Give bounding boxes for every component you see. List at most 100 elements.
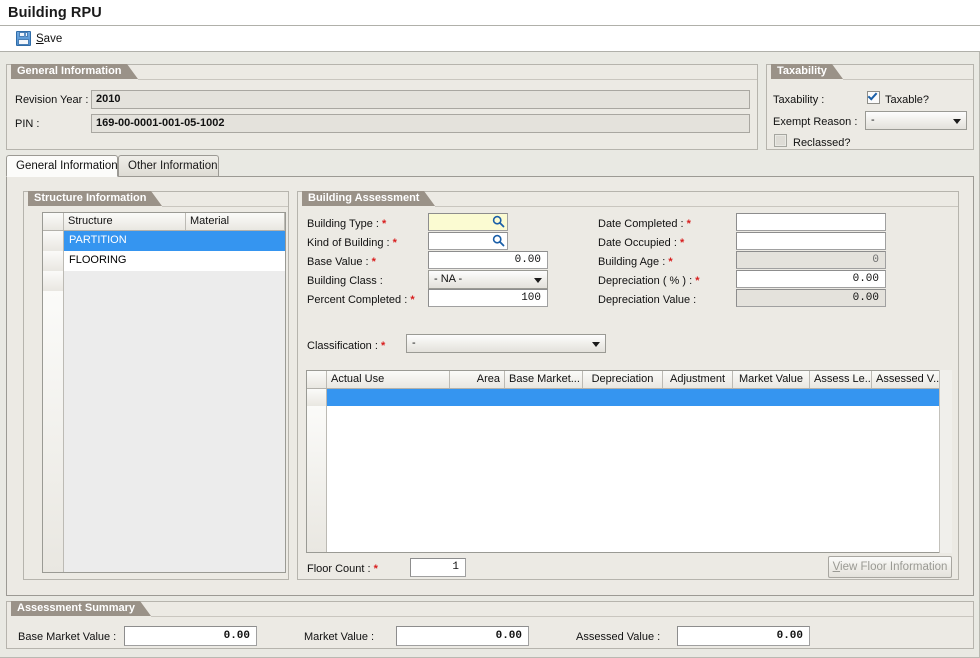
building-rpu-window: Building RPU Save General Information Re… — [0, 0, 980, 658]
classification-value: - — [412, 337, 416, 349]
building-assessment-caption: Building Assessment — [302, 191, 436, 206]
chevron-down-icon — [592, 342, 600, 347]
structure-grid-rowheader-strip — [43, 291, 64, 572]
page-title: Building RPU — [8, 4, 102, 21]
cell-structure: PARTITION — [69, 234, 127, 246]
tab-general-information-label: General Information — [16, 160, 118, 172]
save-button-label: Save — [36, 32, 63, 45]
depreciation-percent-input[interactable]: 0.00 — [736, 270, 886, 288]
column-depreciation[interactable]: Depreciation — [583, 371, 663, 388]
assessment-grid-rowheader-corner — [307, 371, 327, 388]
column-adjustment[interactable]: Adjustment — [663, 371, 733, 388]
column-base-market-value[interactable]: Base Market... — [505, 371, 583, 388]
kind-of-building-label: Kind of Building : * — [307, 237, 397, 249]
building-type-input[interactable] — [428, 213, 508, 231]
table-row[interactable]: PARTITION — [43, 231, 285, 251]
percent-completed-input[interactable]: 100 — [428, 289, 548, 307]
panel-caption-rail — [162, 206, 288, 207]
window-titlebar: Building RPU — [0, 0, 980, 26]
cell-structure: FLOORING — [69, 254, 127, 266]
column-assessed-value[interactable]: Assessed V... — [872, 371, 946, 388]
pin-value: 169-00-0001-001-05-1002 — [91, 114, 750, 133]
structure-information-caption: Structure Information — [28, 191, 163, 206]
kind-of-building-input[interactable] — [428, 232, 508, 250]
classification-select[interactable]: - — [406, 334, 606, 353]
table-row[interactable]: FLOORING — [43, 251, 285, 271]
building-class-label: Building Class : — [307, 275, 383, 287]
cell-base-market-value — [505, 389, 583, 406]
structure-grid-rowheader-corner — [43, 213, 64, 230]
general-information-caption: General Information — [11, 64, 138, 79]
base-value-input[interactable]: 0.00 — [428, 251, 548, 269]
toolbar: Save — [0, 26, 980, 52]
building-type-label: Building Type : * — [307, 218, 387, 230]
exempt-reason-select[interactable]: - — [865, 111, 967, 130]
row-header — [43, 271, 64, 291]
assessment-grid-scrollbar[interactable] — [939, 370, 952, 553]
assessment-summary-panel: Assessment Summary Base Market Value : 0… — [6, 601, 974, 649]
exempt-reason-label: Exempt Reason : — [773, 116, 858, 128]
cell-area — [450, 389, 505, 406]
cell-actual-use — [327, 389, 450, 406]
building-class-select[interactable]: - NA - — [428, 270, 548, 289]
assessment-grid-empty-area — [327, 406, 951, 552]
depreciation-value-label: Depreciation Value : — [598, 294, 697, 306]
reclassed-checkbox[interactable] — [774, 134, 787, 147]
base-market-value-label: Base Market Value : — [18, 631, 117, 643]
panel-caption-rail — [151, 616, 973, 617]
tab-other-information-label: Other Information — [128, 160, 218, 172]
structure-column-material[interactable]: Material — [186, 213, 285, 230]
date-completed-label: Date Completed : * — [598, 218, 691, 230]
tab-other-information[interactable]: Other Information — [118, 155, 219, 176]
row-header — [43, 231, 64, 251]
structure-information-panel: Structure Information Structure Material… — [23, 191, 289, 580]
tabstrip: General Information Other Information — [6, 155, 974, 177]
structure-grid-header: Structure Material — [43, 213, 285, 231]
save-button[interactable]: Save — [12, 29, 66, 48]
base-market-value-field: 0.00 — [124, 626, 257, 646]
column-area[interactable]: Area — [450, 371, 505, 388]
cell-depreciation — [583, 389, 663, 406]
assessment-grid[interactable]: Actual Use Area Base Market... Depreciat… — [306, 370, 952, 553]
view-floor-information-button[interactable]: View Floor Information — [828, 556, 952, 578]
building-age-input: 0 — [736, 251, 886, 269]
building-class-value: - NA - — [434, 273, 463, 285]
taxability-caption: Taxability — [771, 64, 843, 79]
general-information-panel: General Information Revision Year : 2010… — [6, 64, 758, 150]
depreciation-percent-label: Depreciation ( % ) : * — [598, 275, 700, 287]
panel-caption-rail — [435, 206, 958, 207]
column-assess-level[interactable]: Assess Le... — [810, 371, 872, 388]
assessment-grid-body — [307, 389, 951, 552]
depreciation-value-input: 0.00 — [736, 289, 886, 307]
pin-label: PIN : — [15, 118, 40, 130]
date-occupied-input[interactable] — [736, 232, 886, 250]
structure-grid-body: PARTITION FLOORING — [43, 231, 285, 572]
row-header — [43, 251, 64, 271]
table-row-empty — [43, 271, 285, 291]
revision-year-value: 2010 — [91, 90, 750, 109]
panel-caption-rail — [138, 79, 757, 80]
reclassed-checkbox-label: Reclassed? — [793, 137, 851, 149]
revision-year-label: Revision Year : — [15, 94, 89, 106]
column-market-value[interactable]: Market Value — [733, 371, 810, 388]
market-value-field: 0.00 — [396, 626, 529, 646]
taxable-checkbox-label: Taxable? — [885, 94, 930, 106]
exempt-reason-value: - — [871, 114, 875, 126]
assessed-value-label: Assessed Value : — [576, 631, 661, 643]
column-actual-use[interactable]: Actual Use — [327, 371, 450, 388]
taxable-checkbox[interactable] — [867, 90, 880, 104]
floor-count-input[interactable]: 1 — [410, 558, 466, 577]
chevron-down-icon — [953, 119, 961, 124]
structure-grid-empty-area — [64, 291, 285, 572]
date-occupied-label: Date Occupied : * — [598, 237, 685, 249]
tab-general-information[interactable]: General Information — [6, 155, 118, 177]
structure-column-structure[interactable]: Structure — [64, 213, 186, 230]
structure-grid[interactable]: Structure Material PARTITION FLOORING — [42, 212, 286, 573]
percent-completed-label: Percent Completed : * — [307, 294, 415, 306]
floppy-disk-icon — [16, 31, 31, 46]
panel-caption-rail — [843, 79, 973, 80]
cell-material — [186, 231, 285, 251]
date-completed-input[interactable] — [736, 213, 886, 231]
market-value-label: Market Value : — [304, 631, 375, 643]
table-row[interactable] — [307, 389, 951, 406]
